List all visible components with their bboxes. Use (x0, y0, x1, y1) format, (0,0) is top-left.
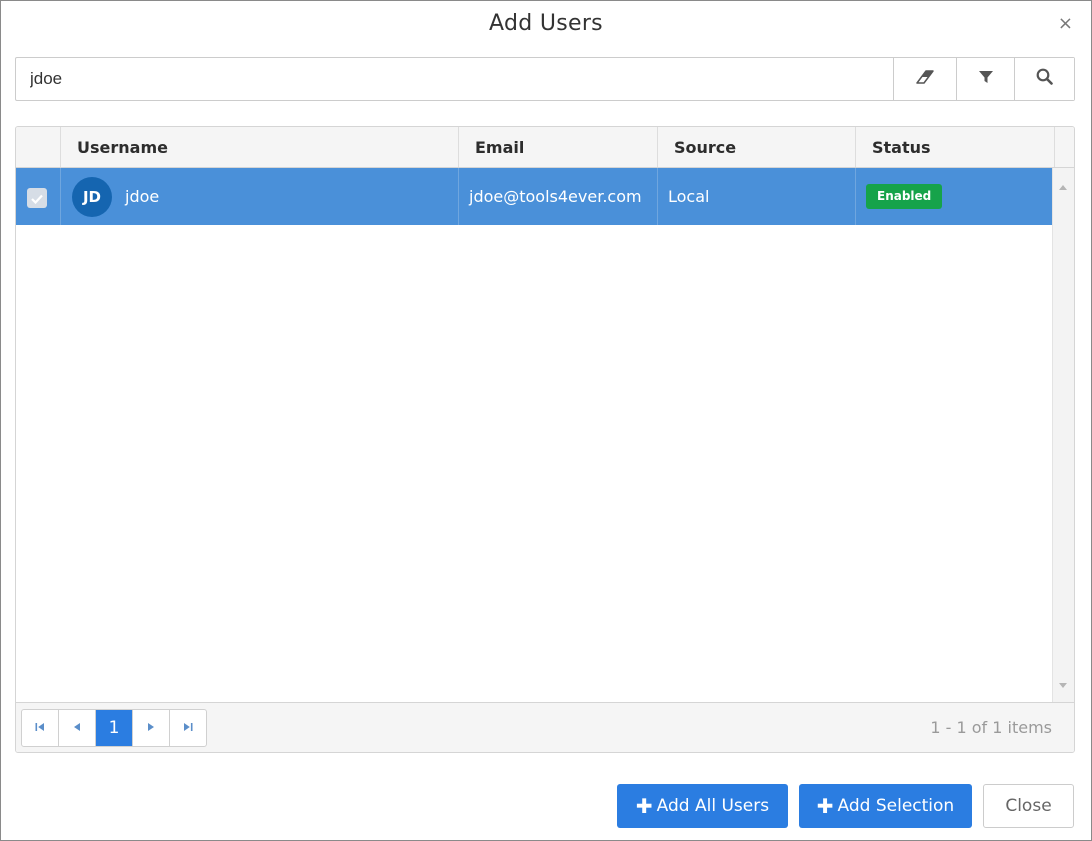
source-cell: Local (657, 168, 855, 225)
add-all-users-button[interactable]: ✚ Add All Users (617, 784, 788, 828)
close-button[interactable]: Close (983, 784, 1074, 828)
avatar: JD (72, 177, 112, 217)
email-cell: jdoe@tools4ever.com (458, 168, 657, 225)
column-header-source[interactable]: Source (657, 127, 855, 167)
pager-buttons: 1 (21, 709, 207, 747)
scroll-up-icon[interactable] (1059, 177, 1067, 195)
add-users-dialog: Add Users × jdoe Username Email Source S… (0, 0, 1092, 841)
prev-page-icon (73, 722, 81, 735)
status-cell: Enabled (855, 168, 1052, 225)
column-header-email[interactable]: Email (458, 127, 657, 167)
filter-button[interactable] (956, 58, 1014, 100)
add-all-users-label: Add All Users (656, 796, 770, 816)
username-text: jdoe (125, 187, 160, 206)
next-page-icon (147, 722, 155, 735)
first-page-icon (35, 722, 45, 735)
table-row[interactable]: JD jdoe jdoe@tools4ever.com Local Enable… (16, 168, 1052, 225)
status-badge: Enabled (866, 183, 943, 209)
username-cell: JD jdoe (60, 168, 458, 225)
grid-header: Username Email Source Status (16, 127, 1074, 168)
search-button[interactable] (1014, 58, 1074, 100)
plus-icon: ✚ (635, 794, 653, 818)
plus-icon: ✚ (816, 794, 834, 818)
row-select-cell (16, 168, 60, 225)
close-icon[interactable]: × (1058, 13, 1073, 34)
last-page-icon (183, 722, 193, 735)
users-grid: Username Email Source Status JD jdoe jdo… (15, 126, 1075, 753)
next-page-button[interactable] (133, 710, 170, 746)
search-bar (15, 57, 1075, 101)
vertical-scrollbar[interactable] (1052, 168, 1074, 702)
checkmark-icon (31, 170, 43, 226)
row-checkbox[interactable] (27, 188, 47, 208)
dialog-title: Add Users (489, 11, 603, 36)
prev-page-button[interactable] (59, 710, 96, 746)
search-input[interactable] (16, 58, 893, 100)
filter-icon (978, 70, 993, 89)
select-all-header[interactable] (16, 127, 60, 167)
header-scroll-spacer (1054, 127, 1074, 167)
pager-info: 1 - 1 of 1 items (930, 718, 1052, 737)
search-icon (1036, 68, 1053, 90)
last-page-button[interactable] (170, 710, 206, 746)
add-selection-button[interactable]: ✚ Add Selection (799, 784, 972, 828)
column-header-status[interactable]: Status (855, 127, 1054, 167)
first-page-button[interactable] (22, 710, 59, 746)
add-selection-label: Add Selection (837, 796, 955, 816)
page-button-current[interactable]: 1 (96, 710, 133, 746)
eraser-icon (916, 69, 934, 89)
column-header-username[interactable]: Username (60, 127, 458, 167)
clear-button[interactable] (893, 58, 956, 100)
pager: 1 1 - 1 of 1 items (16, 702, 1074, 752)
scroll-down-icon[interactable] (1059, 675, 1067, 693)
